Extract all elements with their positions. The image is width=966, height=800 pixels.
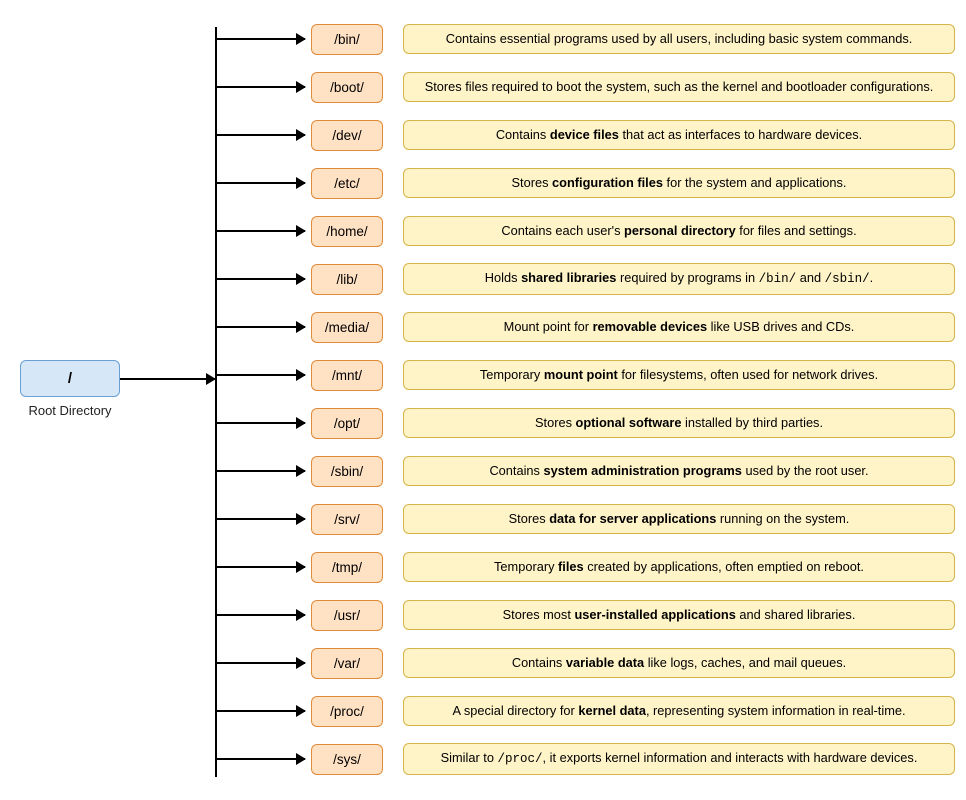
directory-row: /etc/Stores configuration files for the … [215,159,955,207]
directory-row: /bin/Contains essential programs used by… [215,15,955,63]
directory-name: /proc/ [311,696,383,727]
directory-row: /media/Mount point for removable devices… [215,303,955,351]
directory-name: /bin/ [311,24,383,55]
directory-description: Holds shared libraries required by progr… [403,263,955,294]
directory-description: Contains variable data like logs, caches… [403,648,955,679]
root-label: Root Directory [20,403,120,418]
directory-description: Stores most user-installed applications … [403,600,955,631]
directory-row: /srv/Stores data for server applications… [215,495,955,543]
directory-row: /usr/Stores most user-installed applicat… [215,591,955,639]
branch-arrow [215,758,305,760]
branch-arrow [215,134,305,136]
directory-description: Stores configuration files for the syste… [403,168,955,199]
directory-description: A special directory for kernel data, rep… [403,696,955,727]
directory-name: /sbin/ [311,456,383,487]
branch-arrow [215,470,305,472]
branch-arrow [215,614,305,616]
directory-row: /sys/Similar to /proc/, it exports kerne… [215,735,955,783]
directory-description: Mount point for removable devices like U… [403,312,955,343]
directory-description: Stores files required to boot the system… [403,72,955,103]
branch-arrow [215,38,305,40]
branch-arrow [215,566,305,568]
directory-row: /boot/Stores files required to boot the … [215,63,955,111]
directory-description: Temporary mount point for filesystems, o… [403,360,955,391]
directory-row: /var/Contains variable data like logs, c… [215,639,955,687]
directory-row: /lib/Holds shared libraries required by … [215,255,955,303]
branch-arrow [215,86,305,88]
directory-name: /dev/ [311,120,383,151]
root-box: / [20,360,120,397]
branch-arrow [215,518,305,520]
root-node: / Root Directory [20,360,120,418]
directory-row: /opt/Stores optional software installed … [215,399,955,447]
directory-name: /etc/ [311,168,383,199]
root-arrow [120,378,215,380]
branch-arrow [215,422,305,424]
directory-name: /mnt/ [311,360,383,391]
directory-description: Stores data for server applications runn… [403,504,955,535]
branch-arrow [215,182,305,184]
directory-name: /usr/ [311,600,383,631]
directory-description: Contains each user's personal directory … [403,216,955,247]
directory-row: /sbin/Contains system administration pro… [215,447,955,495]
branch-arrow [215,374,305,376]
directory-description: Stores optional software installed by th… [403,408,955,439]
directory-name: /var/ [311,648,383,679]
directory-name: /media/ [311,312,383,343]
directory-row: /tmp/Temporary files created by applicat… [215,543,955,591]
directory-name: /lib/ [311,264,383,295]
directory-description: Contains device files that act as interf… [403,120,955,151]
directory-name: /tmp/ [311,552,383,583]
directory-row: /proc/A special directory for kernel dat… [215,687,955,735]
branch-arrow [215,278,305,280]
directory-description: Similar to /proc/, it exports kernel inf… [403,743,955,774]
directory-description: Temporary files created by applications,… [403,552,955,583]
directory-description: Contains system administration programs … [403,456,955,487]
directory-row: /dev/Contains device files that act as i… [215,111,955,159]
branch-arrow [215,230,305,232]
directory-name: /boot/ [311,72,383,103]
branch-arrow [215,662,305,664]
branch-arrow [215,710,305,712]
branch-arrow [215,326,305,328]
directory-row: /mnt/Temporary mount point for filesyste… [215,351,955,399]
directory-name: /home/ [311,216,383,247]
directory-name: /opt/ [311,408,383,439]
directory-name: /sys/ [311,744,383,775]
directory-row: /home/Contains each user's personal dire… [215,207,955,255]
directory-description: Contains essential programs used by all … [403,24,955,55]
directory-rows: /bin/Contains essential programs used by… [215,15,955,783]
directory-name: /srv/ [311,504,383,535]
